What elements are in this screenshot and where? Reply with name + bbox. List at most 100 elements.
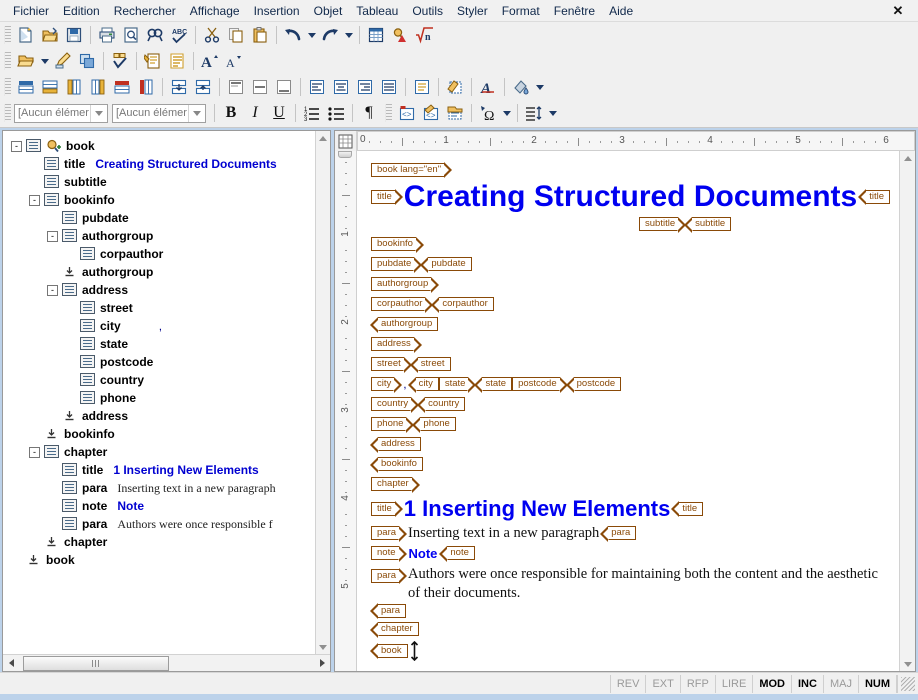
tree-row-country[interactable]: country (7, 371, 315, 389)
document-title-text[interactable]: Creating Structured Documents (402, 181, 859, 213)
menu-item-format[interactable]: Format (495, 2, 547, 20)
tree-toggle-bookinfo[interactable]: - (29, 194, 40, 206)
bulleted-list-icon[interactable] (324, 102, 348, 124)
horizontal-ruler[interactable]: 0 1 2 3 4 5 6 (357, 131, 915, 151)
document-line[interactable]: book lang="en" (371, 161, 891, 178)
hscroll-track[interactable] (19, 655, 314, 671)
increase-font-size-icon[interactable]: A (198, 50, 222, 72)
edit-xml-source-icon[interactable]: <> (419, 102, 443, 124)
document-line[interactable]: authorgroup (369, 316, 891, 333)
toolbar-grip[interactable] (4, 104, 11, 122)
toolbar-grip[interactable] (385, 104, 392, 122)
menu-item-aide[interactable]: Aide (602, 2, 640, 20)
save-icon[interactable] (62, 24, 86, 46)
tree-horizontal-scrollbar[interactable] (3, 654, 330, 671)
tree-toggle-authorgroup[interactable]: - (47, 230, 58, 242)
document-line[interactable]: city, city state state postcode postcode (371, 376, 891, 393)
end-tag-street[interactable]: street (409, 356, 451, 373)
status-indicator-rfp[interactable]: RFP (681, 674, 716, 693)
tree-row-chapter[interactable]: chapter (7, 533, 315, 551)
insert-image-icon[interactable] (388, 24, 412, 46)
tree-row-address[interactable]: - address (7, 281, 315, 299)
menu-item-rechercher[interactable]: Rechercher (107, 2, 183, 20)
document-canvas[interactable]: book lang="en" title Creating Structured D… (357, 151, 899, 671)
status-indicator-inc[interactable]: INC (792, 674, 824, 693)
start-tag-country[interactable]: country (371, 396, 420, 413)
start-tag-book[interactable]: book lang="en" (371, 162, 453, 178)
line-spacing-dropdown-icon[interactable] (546, 102, 559, 124)
document-line[interactable]: title 1 Inserting New Elements title (371, 496, 891, 522)
align-center-icon[interactable] (329, 76, 353, 98)
bold-icon[interactable]: B (219, 102, 243, 124)
element-combo-2[interactable]: [Aucun élémer (112, 103, 206, 123)
apply-style-icon[interactable] (141, 50, 165, 72)
document-line[interactable]: chapter (370, 621, 891, 638)
insert-element-dropdown-icon[interactable] (38, 50, 51, 72)
document-para-text[interactable]: Inserting text in a new paragraph (406, 525, 601, 542)
align-left-icon[interactable] (305, 76, 329, 98)
menu-item-insertion[interactable]: Insertion (247, 2, 307, 20)
cut-icon[interactable] (200, 24, 224, 46)
tree-row-title[interactable]: title Creating Structured Documents (7, 155, 315, 173)
insert-comment-icon[interactable] (443, 102, 467, 124)
insert-row-below-icon[interactable] (38, 76, 62, 98)
document-line[interactable]: authorgroup (371, 276, 891, 293)
end-tag-note[interactable]: note (439, 545, 475, 562)
tree-row-para[interactable]: para Inserting text in a new paragraph (7, 479, 315, 497)
scroll-right-button[interactable] (314, 656, 330, 671)
line-spacing-icon[interactable] (522, 102, 546, 124)
tree-toggle-book[interactable]: - (11, 140, 22, 152)
document-line[interactable]: phone phone (371, 416, 891, 433)
menu-item-fichier[interactable]: Fichier (6, 2, 56, 20)
tree-row-corpauthor[interactable]: corpauthor (7, 245, 315, 263)
document-line[interactable]: para Inserting text in a new paragraph par… (371, 525, 891, 542)
menu-item-tableau[interactable]: Tableau (349, 2, 405, 20)
menu-item-fentre[interactable]: Fenêtre (547, 2, 602, 20)
insert-symbol-dropdown-icon[interactable] (500, 102, 513, 124)
search-plus-icon[interactable] (46, 139, 62, 153)
italic-icon[interactable]: I (243, 102, 267, 124)
insert-column-after-icon[interactable] (86, 76, 110, 98)
tree-row-title[interactable]: title 1 Inserting New Elements (7, 461, 315, 479)
duplicate-element-icon[interactable] (75, 50, 99, 72)
print-icon[interactable] (95, 24, 119, 46)
chevron-down-icon[interactable] (90, 104, 107, 122)
align-bottom-icon[interactable] (272, 76, 296, 98)
document-line[interactable]: corpauthor corpauthor (371, 296, 891, 313)
start-tag-state[interactable]: state (438, 376, 476, 393)
tree-row-phone[interactable]: phone (7, 389, 315, 407)
validate-document-icon[interactable] (108, 50, 132, 72)
end-tag-title[interactable]: title (671, 501, 704, 517)
end-tag-city[interactable]: city (407, 376, 439, 393)
end-tag-title[interactable]: title (858, 189, 890, 206)
numbered-list-icon[interactable]: 123 (300, 102, 324, 124)
spellcheck-icon[interactable]: ABC (167, 24, 191, 46)
scroll-up-button[interactable] (900, 151, 915, 165)
end-tag-book[interactable]: book (370, 643, 408, 660)
delete-column-icon[interactable] (134, 76, 158, 98)
document-line[interactable]: title Creating Structured Documents title (371, 181, 891, 213)
status-indicator-lire[interactable]: LIRE (716, 674, 754, 693)
tree-row-pubdate[interactable]: pubdate (7, 209, 315, 227)
scroll-up-button[interactable] (316, 131, 331, 145)
document-line[interactable]: chapter (371, 476, 891, 493)
toolbar-grip[interactable] (4, 52, 11, 70)
find-icon[interactable] (143, 24, 167, 46)
tree-row-city[interactable]: city, (7, 317, 315, 335)
end-tag-bookinfo[interactable]: bookinfo (370, 456, 423, 473)
start-tag-address[interactable]: address (371, 336, 422, 353)
start-tag-phone[interactable]: phone (371, 416, 415, 433)
show-formatting-marks-icon[interactable]: ¶ (357, 102, 381, 124)
fill-color-icon[interactable] (509, 76, 533, 98)
fill-color-dropdown-icon[interactable] (533, 76, 546, 98)
end-tag-postcode[interactable]: postcode (565, 376, 622, 393)
tree-row-book[interactable]: book (7, 551, 315, 569)
start-tag-pubdate[interactable]: pubdate (371, 256, 423, 273)
start-tag-para[interactable]: para (371, 525, 408, 542)
document-line[interactable]: street street (371, 356, 891, 373)
status-indicator-mod[interactable]: MOD (753, 674, 792, 693)
start-tag-bookinfo[interactable]: bookinfo (371, 236, 424, 253)
tree-row-postcode[interactable]: postcode (7, 353, 315, 371)
clear-formatting-icon[interactable]: A (476, 76, 500, 98)
status-indicator-num[interactable]: NUM (859, 674, 897, 693)
